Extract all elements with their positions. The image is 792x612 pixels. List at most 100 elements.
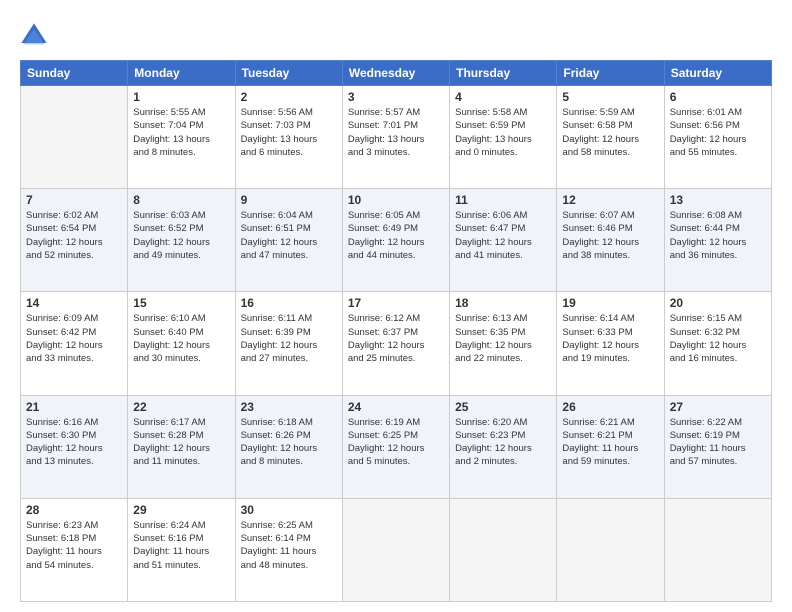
- calendar-cell: 22Sunrise: 6:17 AM Sunset: 6:28 PM Dayli…: [128, 395, 235, 498]
- calendar-table: SundayMondayTuesdayWednesdayThursdayFrid…: [20, 60, 772, 602]
- calendar-cell: 2Sunrise: 5:56 AM Sunset: 7:03 PM Daylig…: [235, 86, 342, 189]
- day-number: 28: [26, 503, 122, 517]
- day-number: 23: [241, 400, 337, 414]
- day-number: 22: [133, 400, 229, 414]
- day-number: 17: [348, 296, 444, 310]
- day-info: Sunrise: 6:20 AM Sunset: 6:23 PM Dayligh…: [455, 416, 551, 469]
- day-number: 19: [562, 296, 658, 310]
- day-info: Sunrise: 5:58 AM Sunset: 6:59 PM Dayligh…: [455, 106, 551, 159]
- day-number: 25: [455, 400, 551, 414]
- day-info: Sunrise: 6:21 AM Sunset: 6:21 PM Dayligh…: [562, 416, 658, 469]
- calendar-cell: 28 Sunrise: 6:23 AM Sunset: 6:18 PM Dayli…: [21, 498, 128, 601]
- day-number: 7: [26, 193, 122, 207]
- day-info: Sunrise: 6:15 AM Sunset: 6:32 PM Dayligh…: [670, 312, 766, 365]
- day-info: Sunrise: 6:02 AM Sunset: 6:54 PM Dayligh…: [26, 209, 122, 262]
- day-number: 6: [670, 90, 766, 104]
- calendar-cell: 19 Sunrise: 6:14 AM Sunset: 6:33 PM Dayli…: [557, 292, 664, 395]
- calendar-cell: 15Sunrise: 6:10 AM Sunset: 6:40 PM Dayli…: [128, 292, 235, 395]
- calendar-cell: 24 Sunrise: 6:19 AM Sunset: 6:25 PM Dayli…: [342, 395, 449, 498]
- day-number: 26: [562, 400, 658, 414]
- day-info: Sunrise: 6:01 AM Sunset: 6:56 PM Dayligh…: [670, 106, 766, 159]
- calendar-cell: [342, 498, 449, 601]
- day-info: Sunrise: 6:14 AM Sunset: 6:33 PM Dayligh…: [562, 312, 658, 365]
- day-info: Sunrise: 6:19 AM Sunset: 6:25 PM Dayligh…: [348, 416, 444, 469]
- day-number: 18: [455, 296, 551, 310]
- day-number: 5: [562, 90, 658, 104]
- day-number: 9: [241, 193, 337, 207]
- calendar-week-row: 28 Sunrise: 6:23 AM Sunset: 6:18 PM Dayli…: [21, 498, 772, 601]
- weekday-header-tuesday: Tuesday: [235, 61, 342, 86]
- day-number: 21: [26, 400, 122, 414]
- calendar-week-row: 21 Sunrise: 6:16 AM Sunset: 6:30 PM Dayli…: [21, 395, 772, 498]
- day-number: 14: [26, 296, 122, 310]
- calendar-cell: [557, 498, 664, 601]
- day-info: Sunrise: 6:11 AM Sunset: 6:39 PM Dayligh…: [241, 312, 337, 365]
- calendar-cell: [450, 498, 557, 601]
- day-number: 11: [455, 193, 551, 207]
- day-info: Sunrise: 6:18 AM Sunset: 6:26 PM Dayligh…: [241, 416, 337, 469]
- weekday-header-thursday: Thursday: [450, 61, 557, 86]
- day-number: 10: [348, 193, 444, 207]
- calendar-cell: 7 Sunrise: 6:02 AM Sunset: 6:54 PM Daylig…: [21, 189, 128, 292]
- calendar-cell: 9Sunrise: 6:04 AM Sunset: 6:51 PM Daylig…: [235, 189, 342, 292]
- day-info: Sunrise: 5:59 AM Sunset: 6:58 PM Dayligh…: [562, 106, 658, 159]
- day-number: 3: [348, 90, 444, 104]
- day-info: Sunrise: 5:57 AM Sunset: 7:01 PM Dayligh…: [348, 106, 444, 159]
- calendar-cell: 20 Sunrise: 6:15 AM Sunset: 6:32 PM Dayli…: [664, 292, 771, 395]
- calendar-cell: 18Sunrise: 6:13 AM Sunset: 6:35 PM Dayli…: [450, 292, 557, 395]
- calendar-cell: 17 Sunrise: 6:12 AM Sunset: 6:37 PM Dayli…: [342, 292, 449, 395]
- day-number: 1: [133, 90, 229, 104]
- calendar-week-row: 14 Sunrise: 6:09 AM Sunset: 6:42 PM Dayli…: [21, 292, 772, 395]
- calendar-cell: 29 Sunrise: 6:24 AM Sunset: 6:16 PM Dayli…: [128, 498, 235, 601]
- weekday-header-wednesday: Wednesday: [342, 61, 449, 86]
- calendar-cell: [664, 498, 771, 601]
- day-info: Sunrise: 6:09 AM Sunset: 6:42 PM Dayligh…: [26, 312, 122, 365]
- weekday-header-saturday: Saturday: [664, 61, 771, 86]
- calendar-cell: 3 Sunrise: 5:57 AM Sunset: 7:01 PM Daylig…: [342, 86, 449, 189]
- calendar-cell: 26 Sunrise: 6:21 AM Sunset: 6:21 PM Dayli…: [557, 395, 664, 498]
- logo-icon: [20, 22, 48, 50]
- calendar-week-row: 1Sunrise: 5:55 AM Sunset: 7:04 PM Daylig…: [21, 86, 772, 189]
- calendar-cell: 12 Sunrise: 6:07 AM Sunset: 6:46 PM Dayli…: [557, 189, 664, 292]
- day-info: Sunrise: 6:24 AM Sunset: 6:16 PM Dayligh…: [133, 519, 229, 572]
- weekday-header-monday: Monday: [128, 61, 235, 86]
- day-number: 15: [133, 296, 229, 310]
- calendar-cell: 5 Sunrise: 5:59 AM Sunset: 6:58 PM Daylig…: [557, 86, 664, 189]
- header: [20, 18, 772, 50]
- day-number: 2: [241, 90, 337, 104]
- calendar-cell: 13 Sunrise: 6:08 AM Sunset: 6:44 PM Dayli…: [664, 189, 771, 292]
- calendar-cell: 1Sunrise: 5:55 AM Sunset: 7:04 PM Daylig…: [128, 86, 235, 189]
- day-number: 30: [241, 503, 337, 517]
- logo: [20, 22, 51, 50]
- weekday-header-row: SundayMondayTuesdayWednesdayThursdayFrid…: [21, 61, 772, 86]
- calendar-cell: 14 Sunrise: 6:09 AM Sunset: 6:42 PM Dayli…: [21, 292, 128, 395]
- calendar-cell: 11 Sunrise: 6:06 AM Sunset: 6:47 PM Dayli…: [450, 189, 557, 292]
- day-number: 29: [133, 503, 229, 517]
- calendar-cell: 23 Sunrise: 6:18 AM Sunset: 6:26 PM Dayli…: [235, 395, 342, 498]
- weekday-header-friday: Friday: [557, 61, 664, 86]
- day-number: 27: [670, 400, 766, 414]
- calendar-cell: 30 Sunrise: 6:25 AM Sunset: 6:14 PM Dayli…: [235, 498, 342, 601]
- day-number: 8: [133, 193, 229, 207]
- calendar-week-row: 7 Sunrise: 6:02 AM Sunset: 6:54 PM Daylig…: [21, 189, 772, 292]
- calendar-cell: 8 Sunrise: 6:03 AM Sunset: 6:52 PM Daylig…: [128, 189, 235, 292]
- calendar-cell: 10Sunrise: 6:05 AM Sunset: 6:49 PM Dayli…: [342, 189, 449, 292]
- day-info: Sunrise: 6:25 AM Sunset: 6:14 PM Dayligh…: [241, 519, 337, 572]
- day-info: Sunrise: 6:07 AM Sunset: 6:46 PM Dayligh…: [562, 209, 658, 262]
- day-info: Sunrise: 6:12 AM Sunset: 6:37 PM Dayligh…: [348, 312, 444, 365]
- day-number: 13: [670, 193, 766, 207]
- calendar-cell: 4 Sunrise: 5:58 AM Sunset: 6:59 PM Daylig…: [450, 86, 557, 189]
- day-info: Sunrise: 6:22 AM Sunset: 6:19 PM Dayligh…: [670, 416, 766, 469]
- day-number: 24: [348, 400, 444, 414]
- day-info: Sunrise: 6:08 AM Sunset: 6:44 PM Dayligh…: [670, 209, 766, 262]
- day-info: Sunrise: 6:06 AM Sunset: 6:47 PM Dayligh…: [455, 209, 551, 262]
- day-info: Sunrise: 6:16 AM Sunset: 6:30 PM Dayligh…: [26, 416, 122, 469]
- calendar-cell: 21 Sunrise: 6:16 AM Sunset: 6:30 PM Dayli…: [21, 395, 128, 498]
- day-info: Sunrise: 6:03 AM Sunset: 6:52 PM Dayligh…: [133, 209, 229, 262]
- calendar-cell: 16 Sunrise: 6:11 AM Sunset: 6:39 PM Dayli…: [235, 292, 342, 395]
- day-number: 16: [241, 296, 337, 310]
- day-number: 4: [455, 90, 551, 104]
- day-info: Sunrise: 6:23 AM Sunset: 6:18 PM Dayligh…: [26, 519, 122, 572]
- day-number: 12: [562, 193, 658, 207]
- day-number: 20: [670, 296, 766, 310]
